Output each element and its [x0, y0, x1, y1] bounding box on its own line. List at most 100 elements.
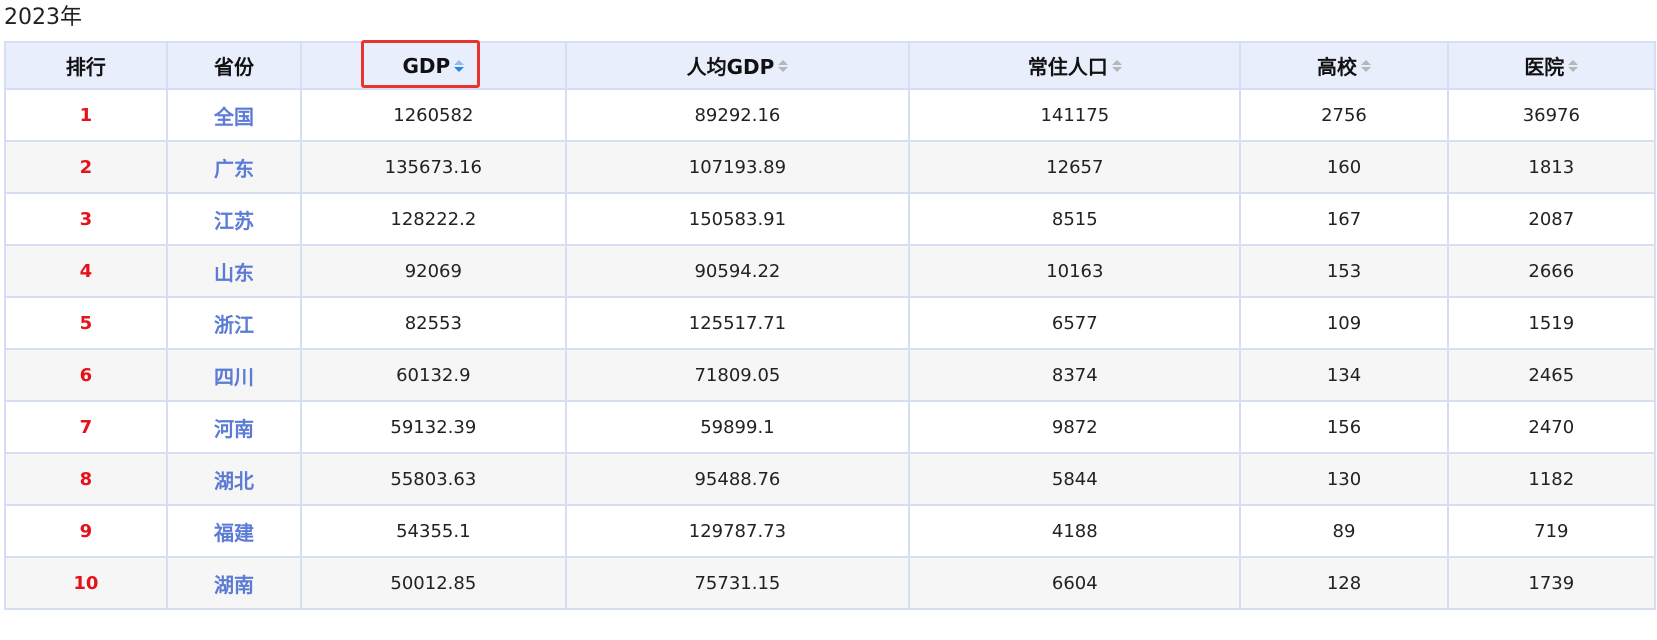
- gdp-cell: 60132.9: [300, 348, 567, 402]
- province-link[interactable]: 广东: [165, 140, 303, 194]
- header-province: 省份: [165, 41, 303, 90]
- gdp-cell: 92069: [300, 244, 567, 298]
- header-universities-label: 高校: [1316, 55, 1357, 79]
- gdp-per-capita-cell: 89292.16: [564, 88, 911, 142]
- gdp-cell: 54355.1: [300, 504, 567, 558]
- population-cell: 5844: [908, 452, 1242, 506]
- hospitals-cell: 1519: [1446, 296, 1657, 350]
- table-row: 8 湖北 55803.63 95488.76 5844 130 1182: [4, 452, 1657, 506]
- gdp-cell: 50012.85: [300, 556, 567, 610]
- population-cell: 8515: [908, 192, 1242, 246]
- table-row: 3 江苏 128222.2 150583.91 8515 167 2087: [4, 192, 1657, 246]
- hospitals-cell: 2666: [1446, 244, 1657, 298]
- gdp-cell: 59132.39: [300, 400, 567, 454]
- province-link[interactable]: 全国: [165, 88, 303, 142]
- gdp-per-capita-cell: 71809.05: [564, 348, 911, 402]
- rank-cell: 2: [4, 140, 168, 194]
- sort-hospitals-button[interactable]: 医院: [1524, 51, 1579, 80]
- gdp-per-capita-cell: 125517.71: [564, 296, 911, 350]
- universities-cell: 167: [1239, 192, 1449, 246]
- rank-cell: 6: [4, 348, 168, 402]
- header-universities[interactable]: 高校: [1239, 41, 1449, 90]
- rank-cell: 7: [4, 400, 168, 454]
- header-gdp[interactable]: GDP: [300, 41, 567, 90]
- sort-universities-button[interactable]: 高校: [1317, 51, 1371, 80]
- table-row: 1 全国 1260582 89292.16 141175 2756 36976: [4, 88, 1657, 142]
- page: 2023年 排行 省份 GDP 人均GDP 常住人口 高校 医院 1 全国 12…: [0, 0, 1657, 640]
- header-population-label: 常住人口: [1027, 55, 1108, 79]
- table-row: 6 四川 60132.9 71809.05 8374 134 2465: [4, 348, 1657, 402]
- hospitals-cell: 1182: [1446, 452, 1657, 506]
- gdp-per-capita-cell: 90594.22: [564, 244, 911, 298]
- gdp-cell: 82553: [300, 296, 567, 350]
- gdp-per-capita-cell: 107193.89: [564, 140, 911, 194]
- ranking-table: 排行 省份 GDP 人均GDP 常住人口 高校 医院 1 全国 1260582 …: [4, 41, 1657, 610]
- rank-cell: 10: [4, 556, 168, 610]
- table-row: 5 浙江 82553 125517.71 6577 109 1519: [4, 296, 1657, 350]
- province-link[interactable]: 江苏: [165, 192, 303, 246]
- sort-arrows-icon: [778, 59, 789, 72]
- table-header-row: 排行 省份 GDP 人均GDP 常住人口 高校 医院: [4, 41, 1657, 90]
- gdp-per-capita-cell: 150583.91: [564, 192, 911, 246]
- province-link[interactable]: 浙江: [165, 296, 303, 350]
- province-link[interactable]: 湖北: [165, 452, 303, 506]
- header-province-label: 省份: [213, 55, 254, 79]
- population-cell: 9872: [908, 400, 1242, 454]
- gdp-cell: 135673.16: [300, 140, 567, 194]
- rank-cell: 3: [4, 192, 168, 246]
- sort-arrows-icon: [1568, 59, 1579, 72]
- table-row: 4 山东 92069 90594.22 10163 153 2666: [4, 244, 1657, 298]
- population-cell: 4188: [908, 504, 1242, 558]
- hospitals-cell: 1739: [1446, 556, 1657, 610]
- header-population[interactable]: 常住人口: [908, 41, 1242, 90]
- sort-gdp-per-capita-button[interactable]: 人均GDP: [687, 51, 789, 80]
- population-cell: 6604: [908, 556, 1242, 610]
- universities-cell: 153: [1239, 244, 1449, 298]
- table-row: 9 福建 54355.1 129787.73 4188 89 719: [4, 504, 1657, 558]
- hospitals-cell: 2470: [1446, 400, 1657, 454]
- universities-cell: 160: [1239, 140, 1449, 194]
- population-cell: 12657: [908, 140, 1242, 194]
- hospitals-cell: 1813: [1446, 140, 1657, 194]
- universities-cell: 134: [1239, 348, 1449, 402]
- sort-arrows-icon: [1360, 59, 1371, 72]
- table-row: 10 湖南 50012.85 75731.15 6604 128 1739: [4, 556, 1657, 610]
- rank-cell: 8: [4, 452, 168, 506]
- header-hospitals[interactable]: 医院: [1446, 41, 1657, 90]
- header-gdp-per-capita[interactable]: 人均GDP: [564, 41, 911, 90]
- hospitals-cell: 719: [1446, 504, 1657, 558]
- universities-cell: 156: [1239, 400, 1449, 454]
- sort-gdp-button[interactable]: GDP: [402, 53, 465, 78]
- population-cell: 8374: [908, 348, 1242, 402]
- gdp-cell: 1260582: [300, 88, 567, 142]
- hospitals-cell: 2465: [1446, 348, 1657, 402]
- page-title: 2023年: [4, 5, 82, 30]
- header-gdp-label: GDP: [402, 53, 451, 78]
- province-link[interactable]: 湖南: [165, 556, 303, 610]
- header-rank-label: 排行: [65, 55, 106, 79]
- gdp-per-capita-cell: 129787.73: [564, 504, 911, 558]
- rank-cell: 4: [4, 244, 168, 298]
- universities-cell: 2756: [1239, 88, 1449, 142]
- universities-cell: 89: [1239, 504, 1449, 558]
- population-cell: 10163: [908, 244, 1242, 298]
- universities-cell: 109: [1239, 296, 1449, 350]
- header-gdp-per-capita-label: 人均GDP: [686, 55, 775, 79]
- universities-cell: 130: [1239, 452, 1449, 506]
- gdp-per-capita-cell: 59899.1: [564, 400, 911, 454]
- province-link[interactable]: 四川: [165, 348, 303, 402]
- rank-cell: 5: [4, 296, 168, 350]
- rank-cell: 9: [4, 504, 168, 558]
- population-cell: 141175: [908, 88, 1242, 142]
- gdp-per-capita-cell: 75731.15: [564, 556, 911, 610]
- province-link[interactable]: 福建: [165, 504, 303, 558]
- gdp-per-capita-cell: 95488.76: [564, 452, 911, 506]
- province-link[interactable]: 河南: [165, 400, 303, 454]
- sort-arrows-icon: [454, 59, 465, 72]
- rank-cell: 1: [4, 88, 168, 142]
- province-link[interactable]: 山东: [165, 244, 303, 298]
- population-cell: 6577: [908, 296, 1242, 350]
- table-row: 2 广东 135673.16 107193.89 12657 160 1813: [4, 140, 1657, 194]
- sort-population-button[interactable]: 常住人口: [1028, 51, 1122, 80]
- gdp-cell: 128222.2: [300, 192, 567, 246]
